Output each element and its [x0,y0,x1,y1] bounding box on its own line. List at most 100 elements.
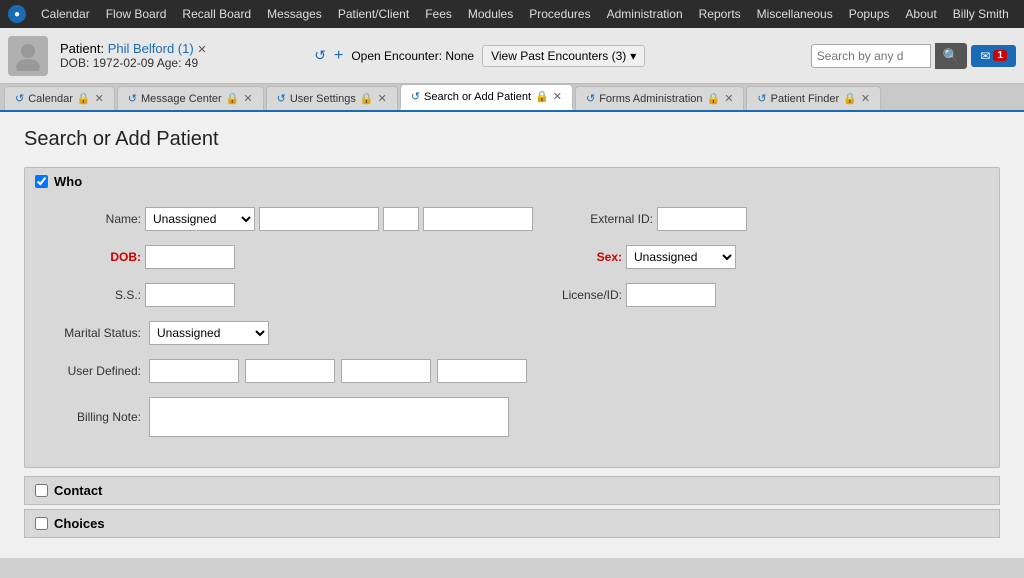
nav-miscellaneous[interactable]: Miscellaneous [750,5,840,23]
tab-refresh-icon: ↺ [15,92,24,105]
nav-fees[interactable]: Fees [418,5,459,23]
name-first-input[interactable] [259,207,379,231]
who-checkbox[interactable] [35,175,48,188]
nav-recall-board[interactable]: Recall Board [175,5,258,23]
nav-procedures[interactable]: Procedures [522,5,597,23]
tab-patient-finder[interactable]: ↺ Patient Finder 🔒 ✕ [746,86,881,110]
billing-note-textarea[interactable] [149,397,509,437]
nav-calendar[interactable]: Calendar [34,5,97,23]
tab-message-center-close[interactable]: ✕ [243,92,252,105]
name-last-input[interactable] [423,207,533,231]
tab-calendar-close[interactable]: ✕ [95,92,104,105]
user-defined-label: User Defined: [41,364,141,378]
tab-patient-finder-label: Patient Finder [771,93,839,105]
contact-section-header: Contact [25,477,999,504]
name-mi-input[interactable] [383,207,419,231]
search-button[interactable]: 🔍 [935,43,968,69]
external-id-input[interactable] [657,207,747,231]
nav-modules[interactable]: Modules [461,5,520,23]
user-defined-inputs [149,359,527,383]
user-defined-row: User Defined: [41,359,983,383]
who-section-body: Name: Unassigned Mr. Mrs. Ms. Dr. [25,195,999,467]
ss-input[interactable] [145,283,235,307]
tab-user-settings-close[interactable]: ✕ [378,92,387,105]
tab-lock-icon-3: 🔒 [360,92,374,105]
tab-user-settings-label: User Settings [290,93,356,105]
marital-select[interactable]: Unassigned Single Married Divorced Widow… [149,321,269,345]
view-past-encounters-button[interactable]: View Past Encounters (3) ▾ [482,45,645,67]
tab-patient-finder-close[interactable]: ✕ [861,92,870,105]
dob-input[interactable] [145,245,235,269]
encounter-refresh-icon[interactable]: ↺ [314,47,326,64]
tab-refresh-icon-6: ↺ [757,92,766,105]
name-label: Name: [41,212,141,226]
tab-lock-icon-2: 🔒 [226,92,240,105]
tab-message-center[interactable]: ↺ Message Center 🔒 ✕ [117,86,264,110]
dob-sex-row: DOB: Sex: Unassigned Male Female Other [41,245,983,269]
nav-user[interactable]: Billy Smith [946,5,1016,23]
search-input[interactable] [811,44,931,68]
marital-row: Marital Status: Unassigned Single Marrie… [41,321,983,345]
choices-section-header: Choices [25,510,999,537]
patient-label: Patient: [60,41,104,56]
name-row: Name: Unassigned Mr. Mrs. Ms. Dr. [41,207,983,231]
patient-dob: 1972-02-09 [93,56,154,70]
nav-messages[interactable]: Messages [260,5,329,23]
nav-about[interactable]: About [898,5,943,23]
user-defined-4[interactable] [437,359,527,383]
nav-patient-client[interactable]: Patient/Client [331,5,416,23]
contact-section: Contact [24,476,1000,505]
license-label: License/ID: [522,288,622,302]
tab-calendar[interactable]: ↺ Calendar 🔒 ✕ [4,86,115,110]
choices-checkbox[interactable] [35,517,48,530]
sex-col: Sex: Unassigned Male Female Other [522,245,983,269]
tab-refresh-icon-2: ↺ [128,92,137,105]
tab-forms-admin-label: Forms Administration [599,93,702,105]
tab-calendar-label: Calendar [28,93,73,105]
dob-label: DOB: [41,250,141,264]
tab-lock-icon: 🔒 [77,92,91,105]
tab-user-settings[interactable]: ↺ User Settings 🔒 ✕ [266,86,398,110]
billing-note-label: Billing Note: [41,410,141,424]
user-defined-1[interactable] [149,359,239,383]
mail-badge: 1 [993,50,1007,61]
tab-forms-admin-close[interactable]: ✕ [724,92,733,105]
external-id-label: External ID: [553,212,653,226]
user-defined-3[interactable] [341,359,431,383]
encounter-add-icon[interactable]: + [334,47,343,65]
contact-checkbox[interactable] [35,484,48,497]
tab-forms-admin[interactable]: ↺ Forms Administration 🔒 ✕ [575,86,744,110]
tab-search-patient[interactable]: ↺ Search or Add Patient 🔒 ✕ [400,84,573,110]
external-id-col: External ID: [553,207,983,231]
app-logo: ● [8,5,26,23]
choices-label: Choices [54,516,105,531]
patient-info: Patient: Phil Belford (1) ✕ DOB: 1972-02… [60,41,302,70]
tab-refresh-icon-3: ↺ [277,92,286,105]
search-bar-area: 🔍 ✉ 1 [811,43,1016,69]
mail-button[interactable]: ✉ 1 [971,45,1016,67]
patient-remove[interactable]: ✕ [197,44,206,56]
encounter-section: ↺ + Open Encounter: None View Past Encou… [314,45,799,67]
top-nav: ● Calendar Flow Board Recall Board Messa… [0,0,1024,28]
patient-age: 49 [185,56,198,70]
license-col: License/ID: [522,283,983,307]
nav-popups[interactable]: Popups [842,5,897,23]
nav-administration[interactable]: Administration [600,5,690,23]
billing-note-row: Billing Note: [41,397,983,437]
tab-lock-icon-5: 🔒 [707,92,721,105]
ss-label: S.S.: [41,288,141,302]
marital-label: Marital Status: [41,326,141,340]
tab-refresh-icon-4: ↺ [411,90,420,103]
page-content: Search or Add Patient Who Name: Unassign… [0,112,1024,558]
sex-select[interactable]: Unassigned Male Female Other [626,245,736,269]
user-defined-2[interactable] [245,359,335,383]
sex-label: Sex: [522,250,622,264]
who-label: Who [54,174,82,189]
nav-reports[interactable]: Reports [692,5,748,23]
name-prefix-select[interactable]: Unassigned Mr. Mrs. Ms. Dr. [145,207,255,231]
license-input[interactable] [626,283,716,307]
tab-search-patient-close[interactable]: ✕ [553,90,562,103]
patient-name-link[interactable]: Phil Belford (1) [108,41,194,56]
nav-flow-board[interactable]: Flow Board [99,5,174,23]
search-icon: 🔍 [943,48,960,63]
